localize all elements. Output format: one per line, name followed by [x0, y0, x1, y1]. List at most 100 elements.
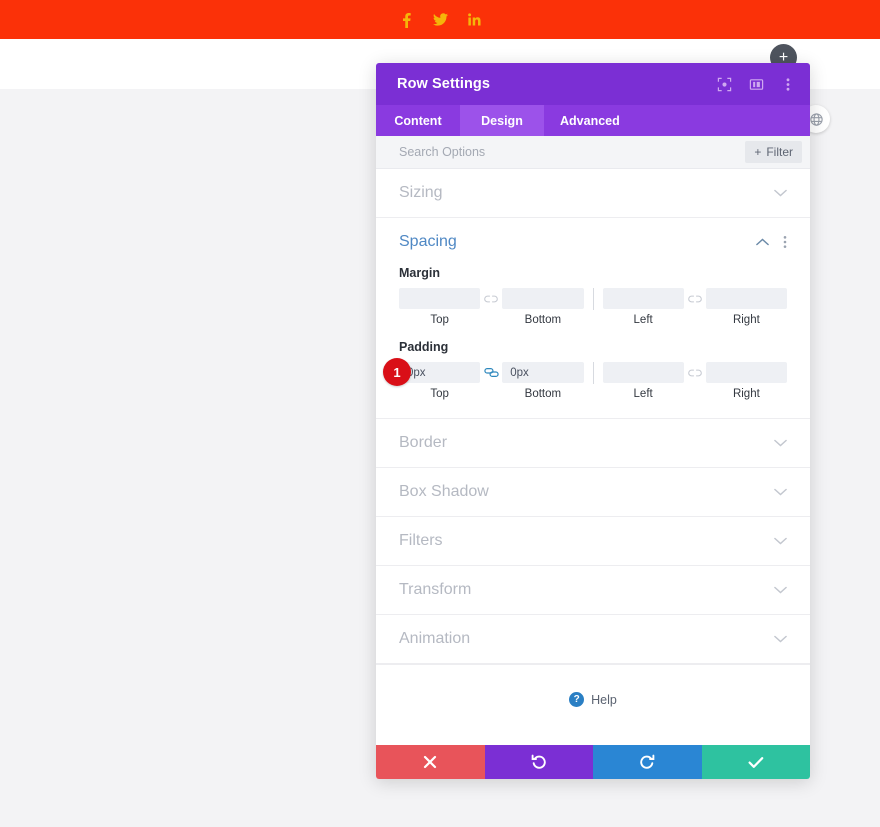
section-filters-header[interactable]: Filters [376, 517, 810, 565]
row-settings-modal: Row Settings Content Design Advanced Sea… [376, 63, 810, 779]
padding-fields-row: 1 0px 0px [383, 358, 787, 386]
filter-button[interactable]: + Filter [745, 141, 802, 163]
margin-topbottom-pair [399, 288, 584, 309]
twitter-icon[interactable] [432, 10, 448, 30]
margin-right-input[interactable] [705, 288, 787, 309]
link-broken-icon[interactable] [480, 294, 502, 304]
section-spacing-content: Margin Top Bottom Left Right Padding 1 0… [376, 266, 810, 418]
section-border-title: Border [399, 434, 448, 451]
tab-design[interactable]: Design [460, 105, 544, 136]
focus-icon[interactable] [716, 76, 732, 92]
padding-topbottom-labels: Top Bottom [399, 388, 584, 400]
padding-leftright-labels: Left Right [603, 388, 788, 400]
search-bar: + Filter [376, 136, 810, 169]
padding-left-label: Left [633, 388, 653, 400]
section-border-header[interactable]: Border [376, 419, 810, 467]
section-filters: Filters [376, 517, 810, 566]
linkedin-icon[interactable] [466, 10, 482, 30]
padding-topbottom-pair: 1 0px 0px [383, 358, 584, 386]
section-box-shadow-header[interactable]: Box Shadow [376, 468, 810, 516]
margin-block: Margin Top Bottom Left Right [399, 266, 787, 326]
margin-left-input[interactable] [602, 288, 684, 309]
modal-header-icons [716, 76, 796, 92]
close-icon [424, 755, 437, 769]
tab-advanced[interactable]: Advanced [544, 105, 636, 136]
margin-left-label: Left [633, 314, 653, 326]
section-box-shadow-title: Box Shadow [399, 483, 489, 500]
section-spacing: Spacing Margin Top Bottom Left Right Pad… [376, 218, 810, 419]
undo-icon [531, 754, 546, 769]
margin-right-label: Right [732, 314, 760, 326]
help-label: Help [591, 692, 617, 707]
padding-right-input[interactable] [705, 362, 787, 383]
site-social-bar [0, 0, 880, 39]
help-area[interactable]: ? Help [376, 664, 810, 734]
section-sizing-header[interactable]: Sizing [376, 169, 810, 217]
padding-label: Padding [399, 340, 449, 354]
section-sizing-title: Sizing [399, 184, 443, 201]
padding-labels-row: Top Bottom Left Right [399, 388, 787, 400]
check-icon [748, 756, 764, 768]
tab-content[interactable]: Content [376, 105, 460, 136]
margin-fields-row [399, 288, 787, 310]
margin-leftright-labels: Left Right [603, 314, 788, 326]
facebook-icon[interactable] [398, 10, 414, 30]
save-button[interactable] [701, 745, 810, 779]
layout-columns-icon[interactable] [748, 76, 764, 92]
section-options-icon[interactable] [783, 235, 787, 249]
margin-top-input[interactable] [399, 288, 481, 309]
filter-button-label: Filter [766, 145, 793, 159]
section-border: Border [376, 419, 810, 468]
step-badge: 1 [383, 358, 411, 386]
section-spacing-tools [756, 235, 787, 249]
link-broken-icon[interactable] [684, 368, 706, 378]
section-sizing: Sizing [376, 169, 810, 218]
margin-label: Margin [399, 266, 440, 280]
modal-tabs: Content Design Advanced [376, 105, 810, 136]
link-broken-icon[interactable] [684, 294, 706, 304]
chevron-down-icon[interactable] [774, 537, 787, 545]
margin-labels-row: Top Bottom Left Right [399, 314, 787, 326]
search-input[interactable] [399, 145, 746, 159]
section-animation-title: Animation [399, 630, 471, 647]
help-icon: ? [569, 692, 585, 707]
section-animation: Animation [376, 615, 810, 664]
margin-bottom-label: Bottom [524, 314, 562, 326]
padding-top-label: Top [430, 388, 449, 400]
modal-action-bar [376, 745, 810, 779]
redo-button[interactable] [593, 745, 702, 779]
undo-button[interactable] [484, 745, 593, 779]
chevron-down-icon[interactable] [774, 488, 787, 496]
section-spacing-title: Spacing [399, 233, 457, 250]
redo-icon [640, 754, 655, 769]
chevron-up-icon[interactable] [756, 238, 769, 246]
cancel-button[interactable] [376, 745, 485, 779]
page-root: + Row Settings Content Design Advanced S… [0, 0, 880, 827]
chevron-down-icon[interactable] [774, 189, 787, 197]
section-transform-title: Transform [399, 581, 472, 598]
padding-left-input[interactable] [602, 362, 684, 383]
padding-top-input[interactable]: 0px [399, 362, 481, 383]
padding-block: Padding 1 0px 0px Top Bottom Left Right [383, 340, 787, 400]
padding-leftright-pair [602, 362, 787, 383]
more-vertical-icon[interactable] [780, 76, 796, 92]
section-transform: Transform [376, 566, 810, 615]
section-spacing-header[interactable]: Spacing [376, 218, 810, 266]
margin-top-label: Top [430, 314, 449, 326]
padding-bottom-label: Bottom [524, 388, 562, 400]
chevron-down-icon[interactable] [774, 635, 787, 643]
modal-header: Row Settings [376, 63, 810, 105]
section-box-shadow: Box Shadow [376, 468, 810, 517]
section-sizing-tools [774, 189, 787, 197]
section-transform-header[interactable]: Transform [376, 566, 810, 614]
chevron-down-icon[interactable] [774, 439, 787, 447]
margin-topbottom-labels: Top Bottom [399, 314, 584, 326]
margin-leftright-pair [602, 288, 787, 309]
link-connected-icon[interactable] [480, 367, 502, 378]
field-divider [592, 362, 594, 384]
field-divider [592, 288, 594, 310]
chevron-down-icon[interactable] [774, 586, 787, 594]
margin-bottom-input[interactable] [502, 288, 584, 309]
padding-bottom-input[interactable]: 0px [502, 362, 584, 383]
section-animation-header[interactable]: Animation [376, 615, 810, 663]
